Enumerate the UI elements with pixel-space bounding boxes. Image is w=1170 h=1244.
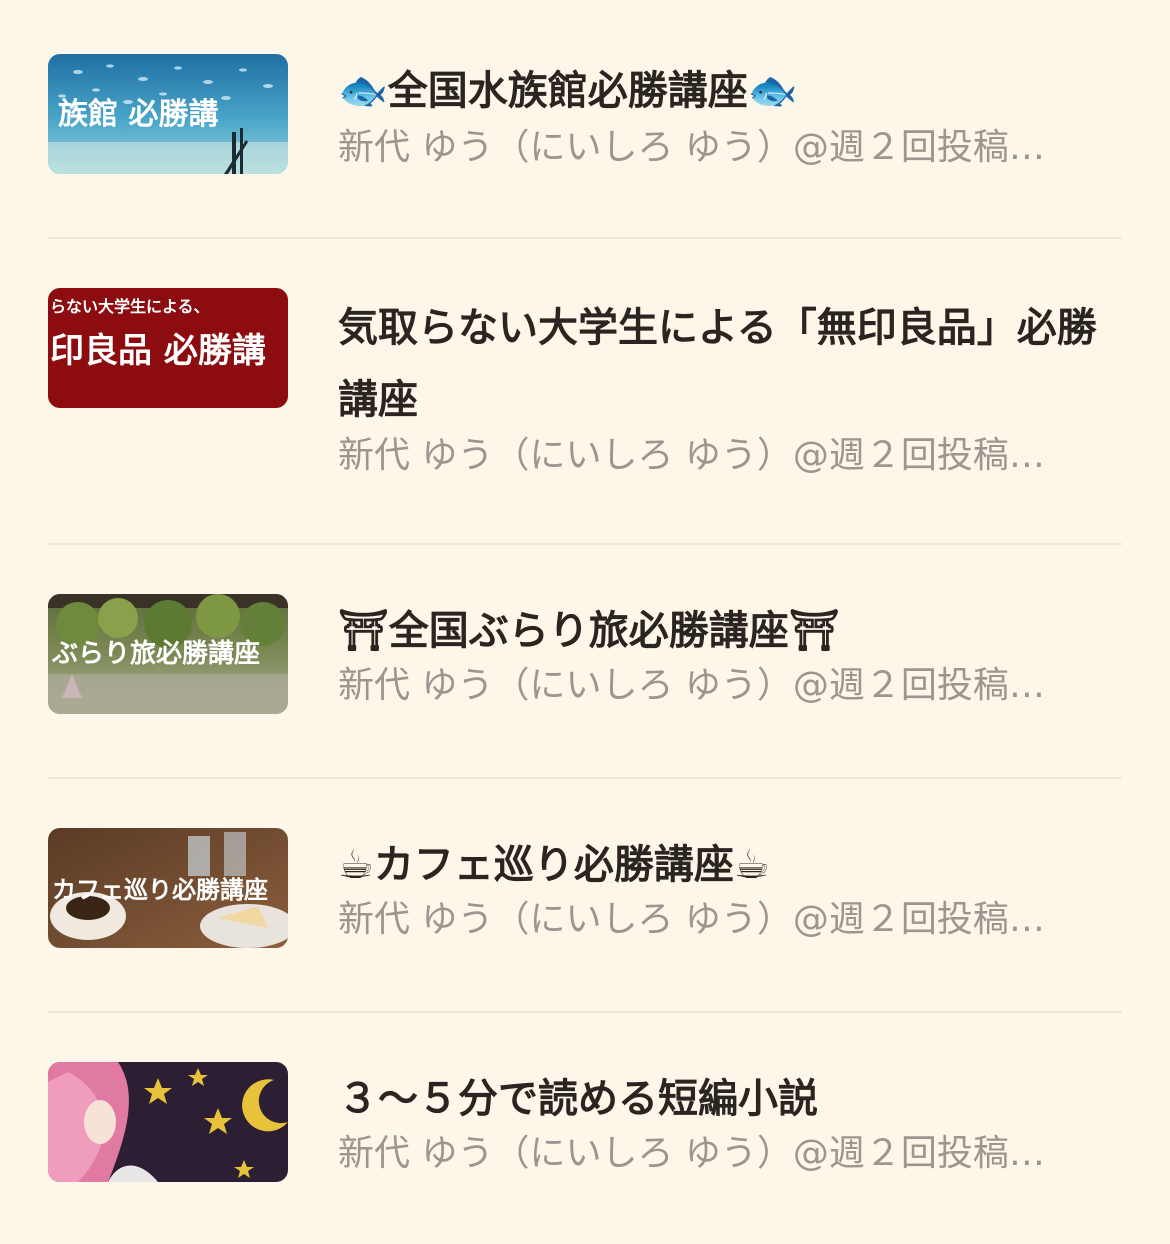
item-title[interactable]: 気取らない大学生による「無印良品」必勝講座 (338, 292, 1122, 436)
item-title[interactable]: 🐟全国水族館必勝講座🐟 (338, 56, 1122, 126)
item-title[interactable]: ⛩全国ぶらり旅必勝講座⛩ (338, 596, 1122, 666)
item-author[interactable]: 新代 ゆう（にいしろ ゆう）@週２回投稿… (338, 1128, 1098, 1180)
item-title[interactable]: ☕カフェ巡り必勝講座☕ (338, 830, 1122, 900)
item-text: 気取らない大学生による「無印良品」必勝講座 新代 ゆう（にいしろ ゆう）@週２回… (338, 288, 1122, 482)
item-author[interactable]: 新代 ゆう（にいしろ ゆう）@週２回投稿… (338, 122, 1098, 174)
item-text: ☕カフェ巡り必勝講座☕ 新代 ゆう（にいしろ ゆう）@週２回投稿… (338, 828, 1122, 946)
magazine-list: 族館 必勝講 🐟全国水族館必勝講座🐟 新代 ゆう（にいしろ ゆう）@週２回投稿…… (0, 0, 1170, 1244)
list-item[interactable]: カフェ巡り必勝講座 ☕カフェ巡り必勝講座☕ 新代 ゆう（にいしろ ゆう）@週２回… (48, 828, 1122, 958)
list-item[interactable]: 族館 必勝講 🐟全国水族館必勝講座🐟 新代 ゆう（にいしろ ゆう）@週２回投稿… (48, 54, 1122, 184)
aquarium-thumbnail[interactable]: 族館 必勝講 (48, 54, 288, 174)
divider (48, 237, 1122, 239)
item-author[interactable]: 新代 ゆう（にいしろ ゆう）@週２回投稿… (338, 430, 1098, 482)
item-text: ３～５分で読める短編小説 新代 ゆう（にいしろ ゆう）@週２回投稿… (338, 1062, 1122, 1180)
thumb-text-top: らない大学生による、 (50, 297, 210, 316)
garden-image: ぶらり旅必勝講座 (48, 594, 288, 714)
garden-thumbnail[interactable]: ぶらり旅必勝講座 (48, 594, 288, 714)
muji-banner-image: らない大学生による、 印良品 必勝講 (48, 288, 288, 408)
cafe-image: カフェ巡り必勝講座 (48, 828, 288, 948)
aquarium-image: 族館 必勝講 (48, 54, 288, 174)
item-text: 🐟全国水族館必勝講座🐟 新代 ゆう（にいしろ ゆう）@週２回投稿… (338, 54, 1122, 174)
divider (48, 543, 1122, 545)
divider (48, 777, 1122, 779)
thumb-text: カフェ巡り必勝講座 (52, 876, 268, 904)
cafe-thumbnail[interactable]: カフェ巡り必勝講座 (48, 828, 288, 948)
list-item[interactable]: ぶらり旅必勝講座 ⛩全国ぶらり旅必勝講座⛩ 新代 ゆう（にいしろ ゆう）@週２回… (48, 594, 1122, 724)
muji-thumbnail[interactable]: らない大学生による、 印良品 必勝講 (48, 288, 288, 408)
divider (48, 1011, 1122, 1013)
list-item[interactable]: らない大学生による、 印良品 必勝講 気取らない大学生による「無印良品」必勝講座… (48, 288, 1122, 498)
thumb-text: ぶらり旅必勝講座 (51, 638, 260, 669)
item-author[interactable]: 新代 ゆう（にいしろ ゆう）@週２回投稿… (338, 660, 1098, 712)
list-item[interactable]: ３～５分で読める短編小説 新代 ゆう（にいしろ ゆう）@週２回投稿… (48, 1062, 1122, 1192)
thumb-text: 印良品 必勝講 (50, 331, 266, 371)
item-text: ⛩全国ぶらり旅必勝講座⛩ 新代 ゆう（にいしろ ゆう）@週２回投稿… (338, 594, 1122, 712)
novel-thumbnail[interactable] (48, 1062, 288, 1182)
thumb-text: 族館 必勝講 (58, 97, 218, 132)
anime-girl-stars-image (48, 1062, 288, 1182)
item-author[interactable]: 新代 ゆう（にいしろ ゆう）@週２回投稿… (338, 894, 1098, 946)
item-title[interactable]: ３～５分で読める短編小説 (338, 1064, 1122, 1134)
